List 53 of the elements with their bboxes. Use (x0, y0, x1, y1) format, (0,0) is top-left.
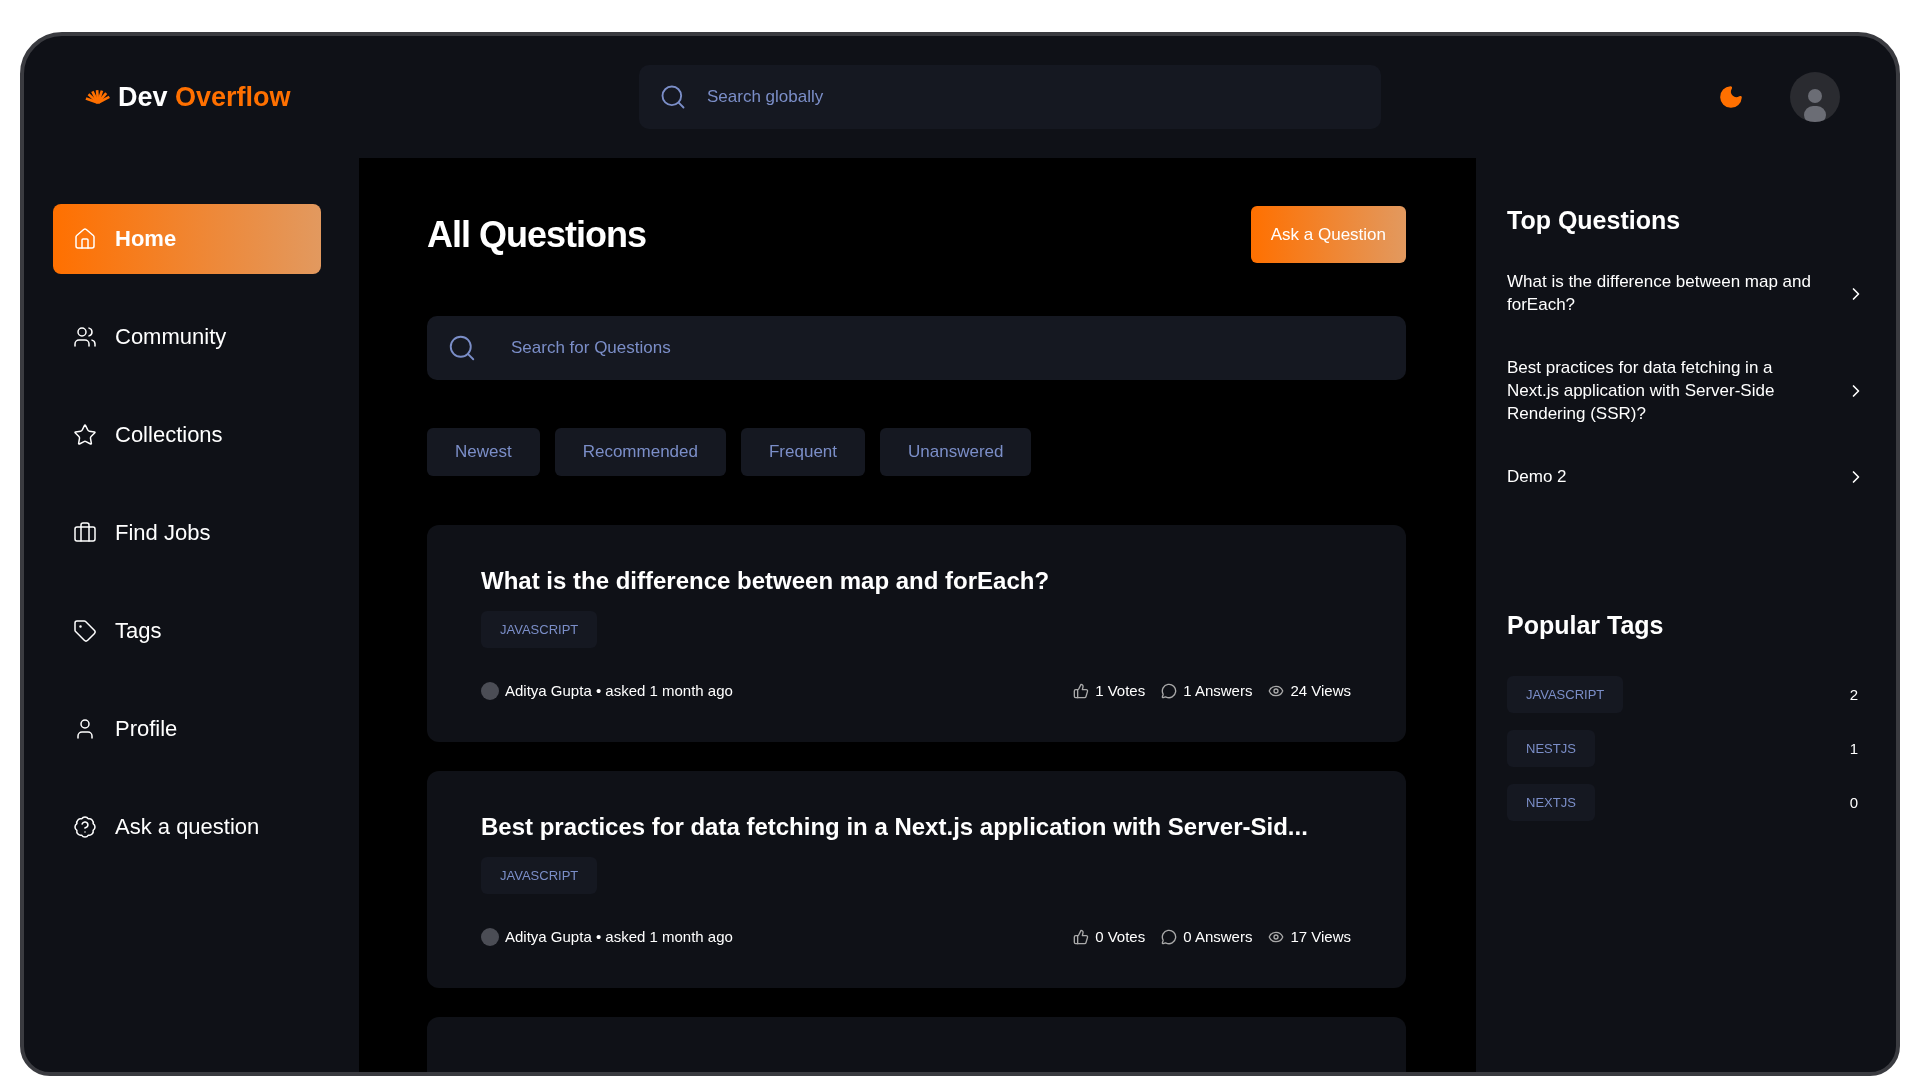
tag-chip[interactable]: JAVASCRIPT (481, 856, 598, 894)
global-search-field[interactable]: Search globally (639, 65, 1381, 129)
tag-count: 2 (1849, 685, 1858, 703)
nav-item[interactable]: Tags (53, 596, 321, 666)
nav-item[interactable]: Community (53, 302, 321, 372)
nav-item[interactable]: Find Jobs (53, 498, 321, 568)
tag-chip[interactable]: JAVASCRIPT (1507, 675, 1624, 713)
comment-icon (1161, 928, 1178, 945)
nav-item[interactable]: Ask a question (53, 792, 321, 862)
top-question-link[interactable]: What is the difference between map and forEach? (1507, 271, 1866, 317)
home-icon (73, 227, 97, 251)
votes-count: 0 Votes (1095, 928, 1146, 946)
answers-count: 0 Answers (1183, 928, 1253, 946)
question-title[interactable]: Best practices for data fetching in a Next.js application with Server-Sid... (481, 812, 1351, 841)
question-icon (73, 815, 97, 839)
page-title: All Questions (427, 213, 647, 256)
top-question-link[interactable]: Best practices for data fetching in a Next.js application with Server-Side Rendering (SSR)? (1507, 356, 1866, 426)
views-count: 24 Views (1290, 682, 1351, 700)
top-question-link[interactable]: Demo 2 (1507, 465, 1866, 489)
tag-chip[interactable]: NESTJS (1507, 729, 1595, 767)
author-line: Aditya Gupta • asked 1 month ago (505, 682, 733, 700)
tag-chip[interactable]: JAVASCRIPT (481, 610, 598, 648)
people-icon (73, 325, 97, 349)
thumbs-up-icon (1073, 682, 1090, 699)
views-count: 17 Views (1290, 928, 1351, 946)
search-icon (659, 83, 687, 111)
author-avatar (481, 681, 499, 700)
section-title: Popular Tags (1507, 610, 1665, 640)
logo-icon (84, 89, 112, 105)
tag-chip[interactable]: NEXTJS (1507, 783, 1595, 821)
filter-tab[interactable]: Newest (427, 427, 540, 476)
user-avatar[interactable] (1790, 72, 1840, 122)
filter-tab[interactable]: Unanswered (880, 427, 1032, 476)
thumbs-up-icon (1073, 928, 1090, 945)
nav-item[interactable]: Profile (53, 694, 321, 764)
filter-tab[interactable]: Recommended (554, 427, 726, 476)
comment-icon (1161, 682, 1178, 699)
answers-count: 1 Answers (1183, 682, 1253, 700)
star-icon (73, 423, 97, 447)
question-title[interactable]: What is the difference between map and forEach? (481, 566, 1351, 595)
tag-count: 0 (1849, 793, 1858, 811)
author-avatar (481, 927, 499, 946)
tag-icon (73, 619, 97, 643)
moon-icon[interactable] (1718, 84, 1744, 110)
author-line: Aditya Gupta • asked 1 month ago (505, 928, 733, 946)
tag-count: 1 (1849, 739, 1858, 757)
briefcase-icon (73, 521, 97, 545)
nav-item[interactable]: Collections (53, 400, 321, 470)
section-title: Top Questions (1507, 206, 1682, 235)
votes-count: 1 Votes (1095, 682, 1146, 700)
app-logo-text: Dev Overflow (118, 81, 291, 113)
filter-tab[interactable]: Frequent (740, 427, 865, 476)
question-search-field[interactable]: Search for Questions (427, 316, 1406, 380)
